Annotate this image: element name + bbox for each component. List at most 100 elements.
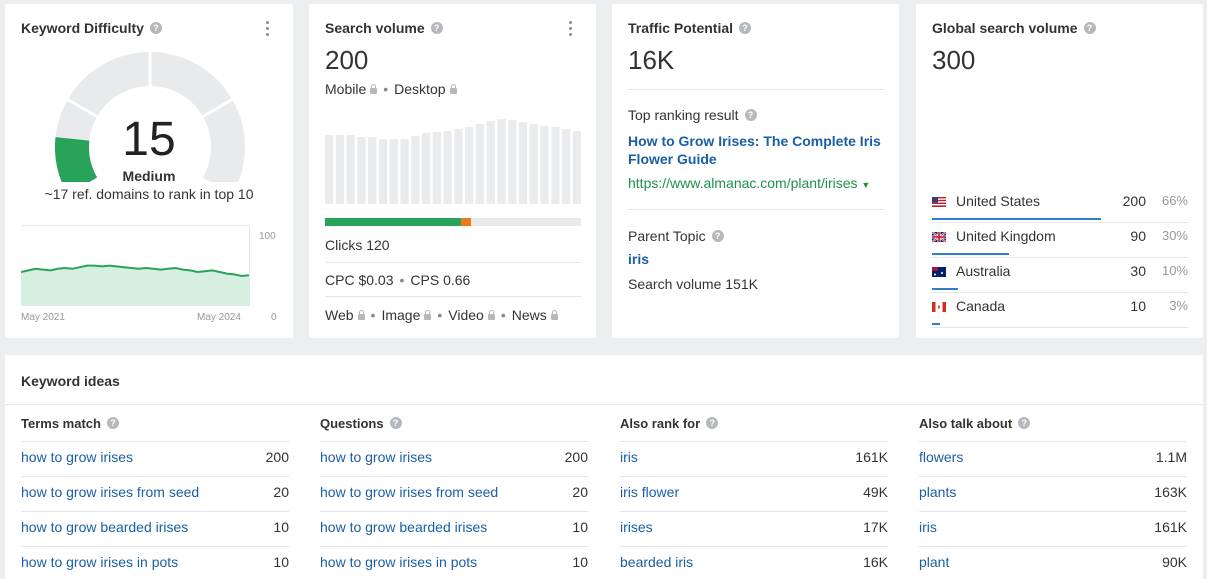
ki-keyword-link[interactable]: how to grow irises in pots — [320, 554, 477, 570]
ki-row[interactable]: plants 163K — [919, 476, 1187, 511]
volume-bar[interactable] — [529, 124, 538, 204]
volume-bar[interactable] — [572, 131, 581, 204]
country-row-ca[interactable]: Canada 10 3% — [932, 293, 1188, 328]
volume-bar[interactable] — [518, 122, 528, 204]
help-icon[interactable]: ? — [430, 22, 443, 34]
volume-bar[interactable] — [411, 136, 420, 204]
caret-down-icon[interactable]: ▼ — [861, 180, 870, 190]
country-name: United Kingdom — [956, 228, 1056, 244]
ki-keyword-link[interactable]: how to grow bearded irises — [320, 519, 487, 535]
volume-bar[interactable] — [508, 120, 517, 204]
sv-menu-icon[interactable] — [564, 21, 576, 37]
ki-row[interactable]: iris 161K — [919, 511, 1187, 546]
row-divider — [620, 546, 888, 547]
ki-keyword-link[interactable]: iris — [620, 449, 638, 465]
volume-bar[interactable] — [551, 127, 560, 204]
ki-row[interactable]: iris flower 49K — [620, 476, 888, 511]
help-icon[interactable]: ? — [389, 417, 402, 429]
sv-value: 200 — [325, 45, 369, 75]
ki-row[interactable]: irises 17K — [620, 511, 888, 546]
ca-flag-icon — [932, 302, 946, 312]
volume-bar[interactable] — [389, 139, 398, 204]
kd-trend-chart — [21, 264, 249, 306]
volume-bar[interactable] — [454, 129, 463, 204]
row-divider — [919, 441, 1187, 442]
help-icon[interactable]: ? — [1083, 22, 1096, 34]
ki-keyword-link[interactable]: irises — [620, 519, 653, 535]
volume-bar[interactable] — [497, 119, 506, 204]
help-icon[interactable]: ? — [149, 22, 162, 34]
ki-row[interactable]: how to grow irises 200 — [320, 441, 588, 476]
ki-row[interactable]: how to grow bearded irises 10 — [21, 511, 289, 546]
volume-bar[interactable] — [357, 137, 366, 204]
ki-keyword-link[interactable]: plant — [919, 554, 949, 570]
tp-result-url-row[interactable]: https://www.almanac.com/plant/irises ▼ — [628, 175, 870, 191]
ki-row[interactable]: how to grow irises in pots 10 — [320, 546, 588, 579]
ki-keyword-link[interactable]: how to grow irises from seed — [21, 484, 199, 500]
ki-keyword-link[interactable]: how to grow irises — [320, 449, 432, 465]
row-divider — [620, 441, 888, 442]
country-row-us[interactable]: United States 200 66% — [932, 188, 1188, 223]
row-divider — [21, 546, 289, 547]
tp-divider — [628, 89, 884, 90]
ki-keyword-link[interactable]: iris flower — [620, 484, 679, 500]
ki-keyword-link[interactable]: how to grow irises from seed — [320, 484, 498, 500]
ki-row[interactable]: plant 90K — [919, 546, 1187, 579]
country-row-uk[interactable]: United Kingdom 90 30% — [932, 223, 1188, 258]
country-percent: 10% — [1161, 263, 1188, 278]
ki-keyword-link[interactable]: how to grow irises — [21, 449, 133, 465]
ki-keyword-link[interactable]: iris — [919, 519, 937, 535]
tp-result-url[interactable]: https://www.almanac.com/plant/irises — [628, 175, 858, 191]
ki-keyword-link[interactable]: how to grow bearded irises — [21, 519, 188, 535]
ki-keyword-link[interactable]: how to grow irises in pots — [21, 554, 178, 570]
country-row-au[interactable]: Australia 30 10% — [932, 258, 1188, 293]
row-divider — [21, 476, 289, 477]
volume-bar[interactable] — [432, 132, 441, 204]
country-name: United States — [956, 193, 1041, 209]
ki-keyword-link[interactable]: flowers — [919, 449, 963, 465]
volume-bar[interactable] — [335, 135, 345, 204]
serp-web: Web — [325, 307, 354, 323]
ki-row[interactable]: how to grow irises 200 — [21, 441, 289, 476]
row-divider — [620, 476, 888, 477]
ki-row[interactable]: how to grow irises from seed 20 — [21, 476, 289, 511]
ki-row[interactable]: flowers 1.1M — [919, 441, 1187, 476]
help-icon[interactable]: ? — [1018, 417, 1031, 429]
volume-bar[interactable] — [346, 135, 355, 204]
uk-flag-icon — [932, 232, 946, 242]
sv-cpc-row: CPC $0.03 • CPS 0.66 — [325, 272, 471, 288]
ki-column-header-label: Terms match — [21, 415, 101, 431]
clicks-paid-bar — [460, 218, 471, 226]
ki-row[interactable]: bearded iris 16K — [620, 546, 888, 579]
volume-bar[interactable] — [562, 129, 571, 204]
help-icon[interactable]: ? — [739, 22, 752, 34]
volume-bar[interactable] — [540, 126, 549, 204]
serp-news: News — [511, 307, 547, 323]
volume-bar[interactable] — [465, 127, 474, 204]
country-share-bar — [932, 323, 940, 325]
ki-row[interactable]: how to grow irises from seed 20 — [320, 476, 588, 511]
volume-bar[interactable] — [443, 131, 452, 204]
volume-bar[interactable] — [475, 124, 485, 204]
help-icon[interactable]: ? — [711, 230, 724, 242]
volume-bar[interactable] — [325, 135, 334, 204]
ki-row[interactable]: how to grow irises in pots 10 — [21, 546, 289, 579]
ki-keyword-link[interactable]: plants — [919, 484, 956, 500]
help-icon[interactable]: ? — [744, 109, 757, 121]
kd-menu-icon[interactable] — [261, 21, 273, 37]
volume-bar[interactable] — [368, 137, 377, 204]
help-icon[interactable]: ? — [706, 417, 719, 429]
ki-row[interactable]: iris 161K — [620, 441, 888, 476]
ki-keyword-link[interactable]: bearded iris — [620, 554, 693, 570]
help-icon[interactable]: ? — [106, 417, 119, 429]
tp-parent-topic-link[interactable]: iris — [628, 251, 649, 267]
gv-value: 300 — [932, 45, 976, 75]
sv-cpc: CPC $0.03 — [325, 272, 394, 288]
tp-result-title-link[interactable]: How to Grow Irises: The Complete Iris Fl… — [628, 132, 890, 168]
volume-bar[interactable] — [378, 139, 388, 204]
volume-bar[interactable] — [486, 121, 495, 204]
volume-bar[interactable] — [421, 133, 431, 204]
ki-row[interactable]: how to grow bearded irises 10 — [320, 511, 588, 546]
volume-bar[interactable] — [400, 139, 409, 204]
keyword-difficulty-card: Keyword Difficulty ? 15 Medium ~17 ref. … — [5, 4, 293, 338]
